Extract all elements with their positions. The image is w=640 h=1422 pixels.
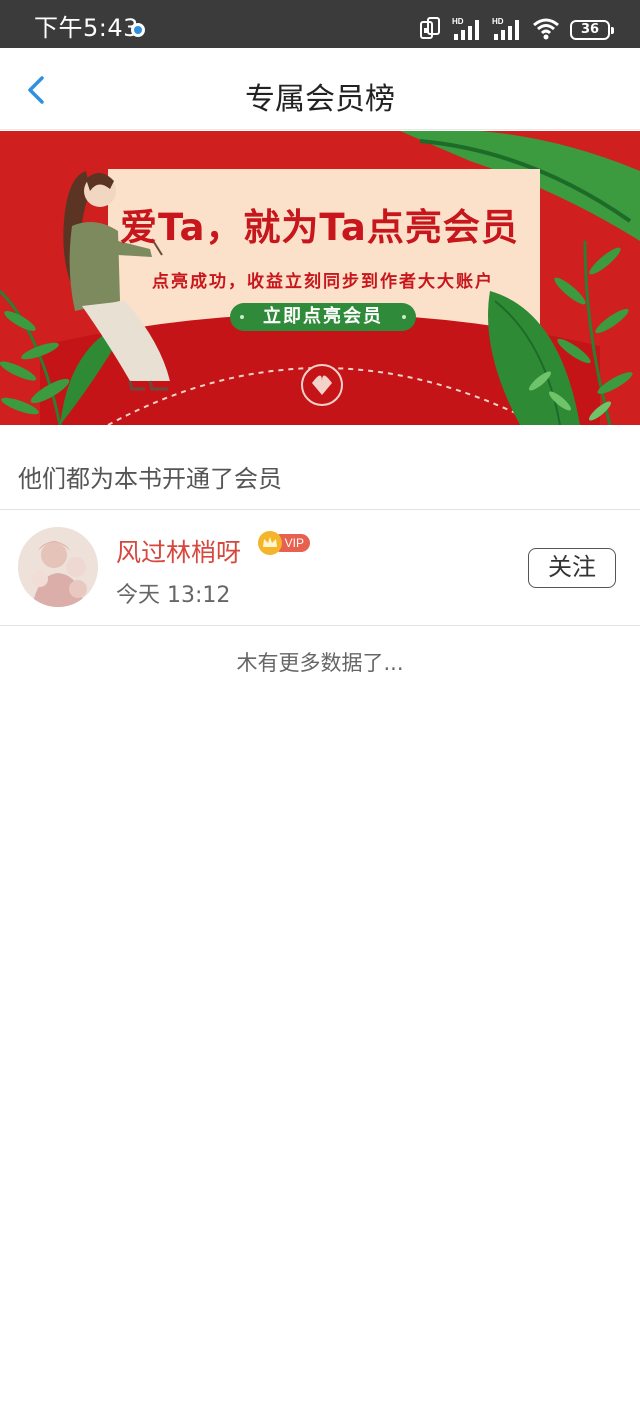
hd-label-2: HD <box>492 17 504 26</box>
wifi-icon <box>533 18 559 40</box>
section-title: 他们都为本书开通了会员 <box>18 465 282 493</box>
battery-icon: 36 <box>570 20 614 40</box>
promo-banner[interactable]: 爱Ta，就为Ta点亮会员 点亮成功，收益立刻同步到作者大大账户 立即点亮会员 <box>0 131 640 425</box>
crown-icon <box>258 531 282 555</box>
page-title: 专属会员榜 <box>245 82 395 117</box>
avatar[interactable] <box>18 527 98 607</box>
hd-label: HD <box>452 17 464 26</box>
avatar-image <box>18 527 98 607</box>
vip-badge: VIP <box>258 531 310 555</box>
member-name[interactable]: 风过林梢呀 <box>116 533 241 569</box>
light-up-vip-button[interactable]: 立即点亮会员 <box>230 303 416 331</box>
signal-icon: HD <box>452 17 479 40</box>
nav-header: 专属会员榜 <box>0 48 640 130</box>
divider <box>0 509 640 510</box>
divider <box>0 625 640 626</box>
member-time: 今天 13:12 <box>116 583 231 608</box>
status-time: 下午5:43 <box>34 14 139 42</box>
banner-subtitle: 点亮成功，收益立刻同步到作者大大账户 <box>152 272 494 292</box>
no-more-data-text: 木有更多数据了... <box>236 651 404 675</box>
rotation-lock-icon <box>420 17 440 39</box>
status-icons: HD HD 36 <box>420 14 614 40</box>
signal-icon-2: HD <box>492 17 519 40</box>
status-bar: 下午5:43 HD HD 36 <box>0 0 640 48</box>
location-icon <box>131 23 145 37</box>
list-item[interactable]: 风过林梢呀 VIP 今天 13:12 关注 <box>0 511 640 625</box>
follow-button[interactable]: 关注 <box>528 548 616 588</box>
banner-headline: 爱Ta，就为Ta点亮会员 <box>120 206 519 249</box>
